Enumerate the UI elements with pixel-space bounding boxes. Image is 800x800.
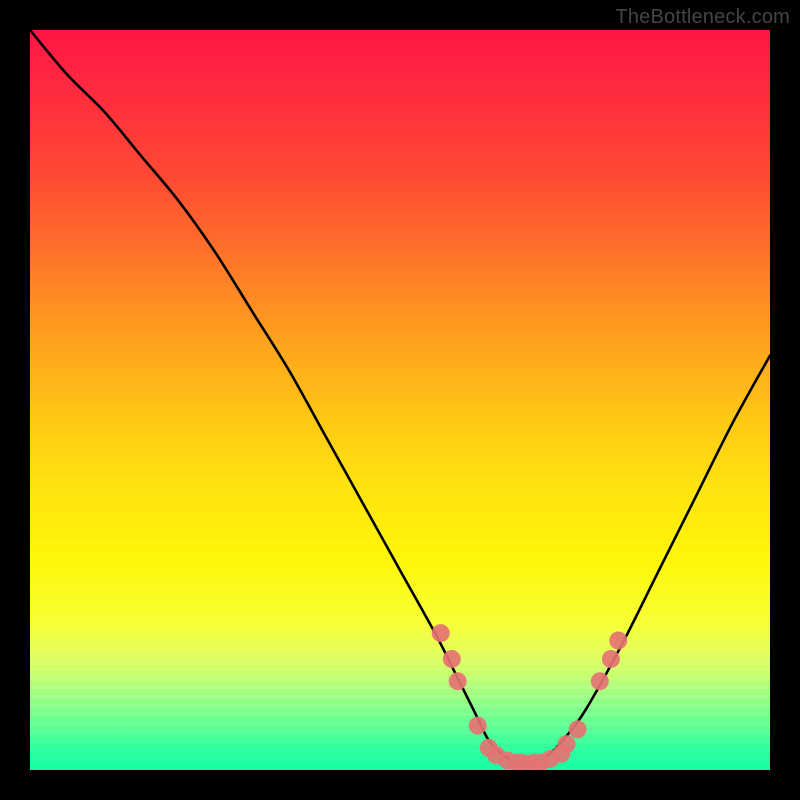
bottom-cluster-markers xyxy=(432,624,628,770)
marker-dot xyxy=(449,672,467,690)
marker-dot xyxy=(558,735,576,753)
marker-dot xyxy=(591,672,609,690)
marker-dot xyxy=(609,632,627,650)
marker-dot xyxy=(498,751,516,769)
marker-dot xyxy=(480,739,498,757)
bottleneck-curve xyxy=(30,30,770,764)
marker-dot xyxy=(508,754,526,770)
marker-dot xyxy=(487,746,505,764)
gradient-banding xyxy=(30,578,770,770)
marker-dot xyxy=(443,650,461,668)
marker-dot xyxy=(569,720,587,738)
plot-area xyxy=(30,30,770,770)
marker-dot xyxy=(541,750,559,768)
marker-dot xyxy=(552,745,570,763)
marker-dot xyxy=(513,754,531,770)
marker-dot xyxy=(602,650,620,668)
curve-layer xyxy=(30,30,770,770)
marker-dot xyxy=(432,624,450,642)
marker-dot xyxy=(524,754,542,770)
chart-stage: TheBottleneck.com xyxy=(0,0,800,800)
marker-dot xyxy=(469,717,487,735)
marker-dot xyxy=(532,754,550,770)
watermark-text: TheBottleneck.com xyxy=(615,6,790,29)
